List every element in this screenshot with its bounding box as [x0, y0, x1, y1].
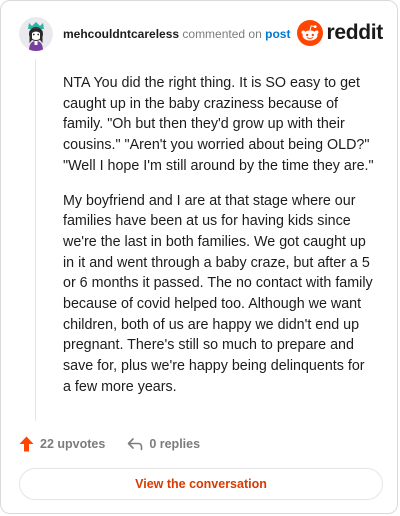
comment-paragraph-1: NTA You did the right thing. It is SO ea… [63, 75, 374, 174]
comment-header: mehcouldntcareless commented on post red… [19, 17, 383, 51]
replies-button[interactable]: 0 replies [127, 437, 200, 451]
reply-count: 0 replies [149, 437, 201, 451]
reply-arrow-icon [128, 438, 143, 451]
thread-line [35, 59, 36, 421]
reddit-logo[interactable]: reddit [297, 19, 383, 47]
comment-actions: 22 upvotes 0 replies [19, 433, 200, 455]
action-text: commented on [182, 27, 262, 41]
reddit-snoo-icon [297, 20, 324, 46]
view-conversation-button[interactable]: View the conversation [19, 468, 383, 500]
username-link[interactable]: mehcouldntcareless [63, 27, 179, 41]
upvote-button[interactable]: 22 upvotes [19, 436, 105, 452]
comment-meta: mehcouldntcareless commented on post [63, 27, 290, 41]
reddit-wordmark: reddit [326, 21, 383, 44]
post-link[interactable]: post [265, 27, 290, 41]
comment-body: NTA You did the right thing. It is SO ea… [63, 73, 375, 412]
upvote-arrow-icon [19, 436, 34, 452]
comment-paragraph-2: My boyfriend and I are at that stage whe… [63, 192, 373, 395]
user-avatar[interactable] [19, 17, 53, 51]
comment-card: mehcouldntcareless commented on post red… [0, 0, 398, 514]
upvote-count: 22 upvotes [40, 437, 106, 451]
